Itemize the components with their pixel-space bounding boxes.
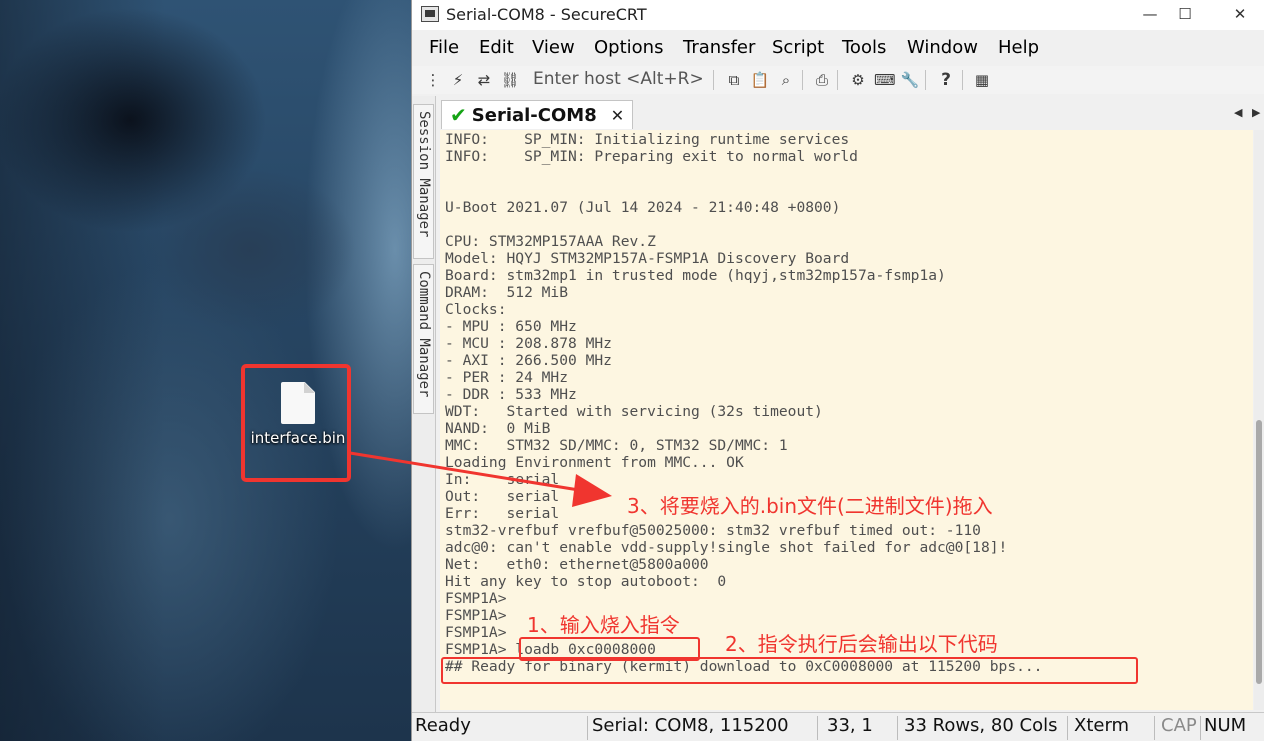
toolbar-separator: [802, 70, 803, 90]
copy-icon[interactable]: ⧉: [724, 70, 744, 90]
toolbar: ⋮ ⚡ ⇄ ⛓ Enter host <Alt+R> ⧉ 📋 ⌕ ⎙ ⚙ ⌨ 🔧…: [412, 66, 1264, 94]
status-cursor-position: 33, 1: [827, 715, 873, 736]
terminal-line: adc@0: can't enable vdd-supply!single sh…: [445, 539, 1008, 556]
status-emulation: Xterm: [1074, 715, 1130, 736]
session-tab-strip: ✔ Serial-COM8 ✕ ◀ ▶: [438, 98, 1263, 129]
menu-window[interactable]: Window: [907, 37, 978, 58]
close-button[interactable]: ✕: [1217, 0, 1263, 30]
menu-view[interactable]: View: [532, 37, 575, 58]
menu-bar: File Edit View Options Transfer Script T…: [412, 34, 1264, 62]
status-serial: Serial: COM8, 115200: [592, 715, 789, 736]
side-panel: Session Manager Command Manager: [412, 96, 436, 712]
menu-transfer[interactable]: Transfer: [683, 37, 755, 58]
terminal-line: Clocks:: [445, 301, 507, 318]
terminal-line: - PER : 24 MHz: [445, 369, 569, 386]
terminal-line: In: serial: [445, 471, 560, 488]
title-bar[interactable]: Serial-COM8 - SecureCRT — ☐ ✕: [412, 0, 1264, 30]
terminal-line: NAND: 0 MiB: [445, 420, 551, 437]
toolbar-separator: [837, 70, 838, 90]
command-manager-label: Command Manager: [416, 271, 432, 398]
find-icon[interactable]: ⌕: [776, 70, 796, 90]
annotation-step1: 1、输入烧入指令: [527, 613, 680, 637]
terminal-line: - MPU : 650 MHz: [445, 318, 577, 335]
maximize-button[interactable]: ☐: [1162, 0, 1208, 30]
terminal-line: - DDR : 533 MHz: [445, 386, 577, 403]
annotation-file-highlight-box: [241, 364, 351, 482]
terminal-line: CPU: STM32MP157AAA Rev.Z: [445, 233, 656, 250]
menu-help[interactable]: Help: [998, 37, 1039, 58]
connect-icon[interactable]: ⋮: [423, 70, 443, 90]
terminal-lines: INFO: SP_MIN: Initializing runtime servi…: [445, 131, 1042, 675]
session-manager-label: Session Manager: [416, 111, 432, 238]
status-separator: [897, 716, 898, 740]
terminal-line: INFO: SP_MIN: Preparing exit to normal w…: [445, 148, 858, 165]
terminal-line: Model: HQYJ STM32MP157A-FSMP1A Discovery…: [445, 250, 850, 267]
terminal-line: Net: eth0: ethernet@5800a000: [445, 556, 709, 573]
annotation-output-highlight-box: [441, 657, 1138, 684]
terminal-line: Hit any key to stop autoboot: 0: [445, 573, 727, 590]
terminal-line: stm32-vrefbuf vrefbuf@50025000: stm32 vr…: [445, 522, 981, 539]
annotation-step2: 2、指令执行后会输出以下代码: [725, 632, 998, 656]
tab-close-icon[interactable]: ✕: [611, 106, 624, 125]
annotation-step3: 3、将要烧入的.bin文件(二进制文件)拖入: [627, 494, 993, 518]
help-icon[interactable]: ?: [936, 70, 956, 90]
menu-options[interactable]: Options: [594, 37, 663, 58]
quick-connect-icon[interactable]: ⚡: [448, 70, 468, 90]
terminal-line: Loading Environment from MMC... OK: [445, 454, 744, 471]
terminal-line: FSMP1A>: [445, 590, 507, 607]
paste-icon[interactable]: 📋: [750, 70, 770, 90]
menu-script[interactable]: Script: [772, 37, 824, 58]
status-num-lock: NUM: [1204, 715, 1247, 736]
tab-scroll-left-icon[interactable]: ◀: [1234, 106, 1242, 119]
terminal-line: - AXI : 266.500 MHz: [445, 352, 612, 369]
terminal-line: WDT: Started with servicing (32s timeout…: [445, 403, 823, 420]
terminal-line: DRAM: 512 MiB: [445, 284, 569, 301]
menu-tools[interactable]: Tools: [842, 37, 886, 58]
terminal-scrollbar[interactable]: [1254, 130, 1264, 710]
toolbar-separator: [713, 70, 714, 90]
wrench-icon[interactable]: 🔧: [900, 70, 920, 90]
reconnect-icon[interactable]: ⇄: [474, 70, 494, 90]
menu-edit[interactable]: Edit: [479, 37, 514, 58]
session-tab-label: Serial-COM8: [471, 104, 597, 126]
session-manager-tab[interactable]: Session Manager: [413, 104, 434, 259]
keymap-icon[interactable]: ⌨: [874, 70, 896, 90]
status-separator: [1200, 716, 1201, 740]
status-ready: Ready: [415, 715, 471, 736]
sftp-icon[interactable]: ▦: [972, 70, 992, 90]
settings-gear-icon[interactable]: ⚙: [848, 70, 868, 90]
status-separator: [817, 716, 818, 740]
disconnect-icon[interactable]: ⛓: [500, 70, 520, 90]
status-bar: Ready Serial: COM8, 115200 33, 1 33 Rows…: [412, 712, 1264, 741]
tab-scroll-right-icon[interactable]: ▶: [1252, 106, 1260, 119]
command-manager-tab[interactable]: Command Manager: [413, 264, 434, 414]
status-separator: [587, 716, 588, 740]
toolbar-separator: [962, 70, 963, 90]
host-entry-field[interactable]: Enter host <Alt+R>: [533, 69, 704, 89]
status-caps-lock: CAP: [1161, 715, 1197, 736]
terminal-line: U-Boot 2021.07 (Jul 14 2024 - 21:40:48 +…: [445, 199, 841, 216]
terminal-line: MMC: STM32 SD/MMC: 0, STM32 SD/MMC: 1: [445, 437, 788, 454]
toolbar-separator: [925, 70, 926, 90]
tab-serial-com8[interactable]: ✔ Serial-COM8 ✕: [441, 100, 634, 129]
print-icon[interactable]: ⎙: [812, 70, 832, 90]
menu-file[interactable]: File: [429, 37, 459, 58]
status-separator: [1154, 716, 1155, 740]
securecrt-app-icon: [421, 6, 439, 22]
status-terminal-size: 33 Rows, 80 Cols: [904, 715, 1058, 736]
terminal-line: - MCU : 208.878 MHz: [445, 335, 612, 352]
connected-check-icon: ✔: [450, 103, 467, 127]
terminal-line: INFO: SP_MIN: Initializing runtime servi…: [445, 131, 850, 148]
scrollbar-thumb[interactable]: [1256, 420, 1262, 684]
window-title: Serial-COM8 - SecureCRT: [446, 5, 647, 24]
status-separator: [1067, 716, 1068, 740]
terminal-line: Board: stm32mp1 in trusted mode (hqyj,st…: [445, 267, 946, 284]
